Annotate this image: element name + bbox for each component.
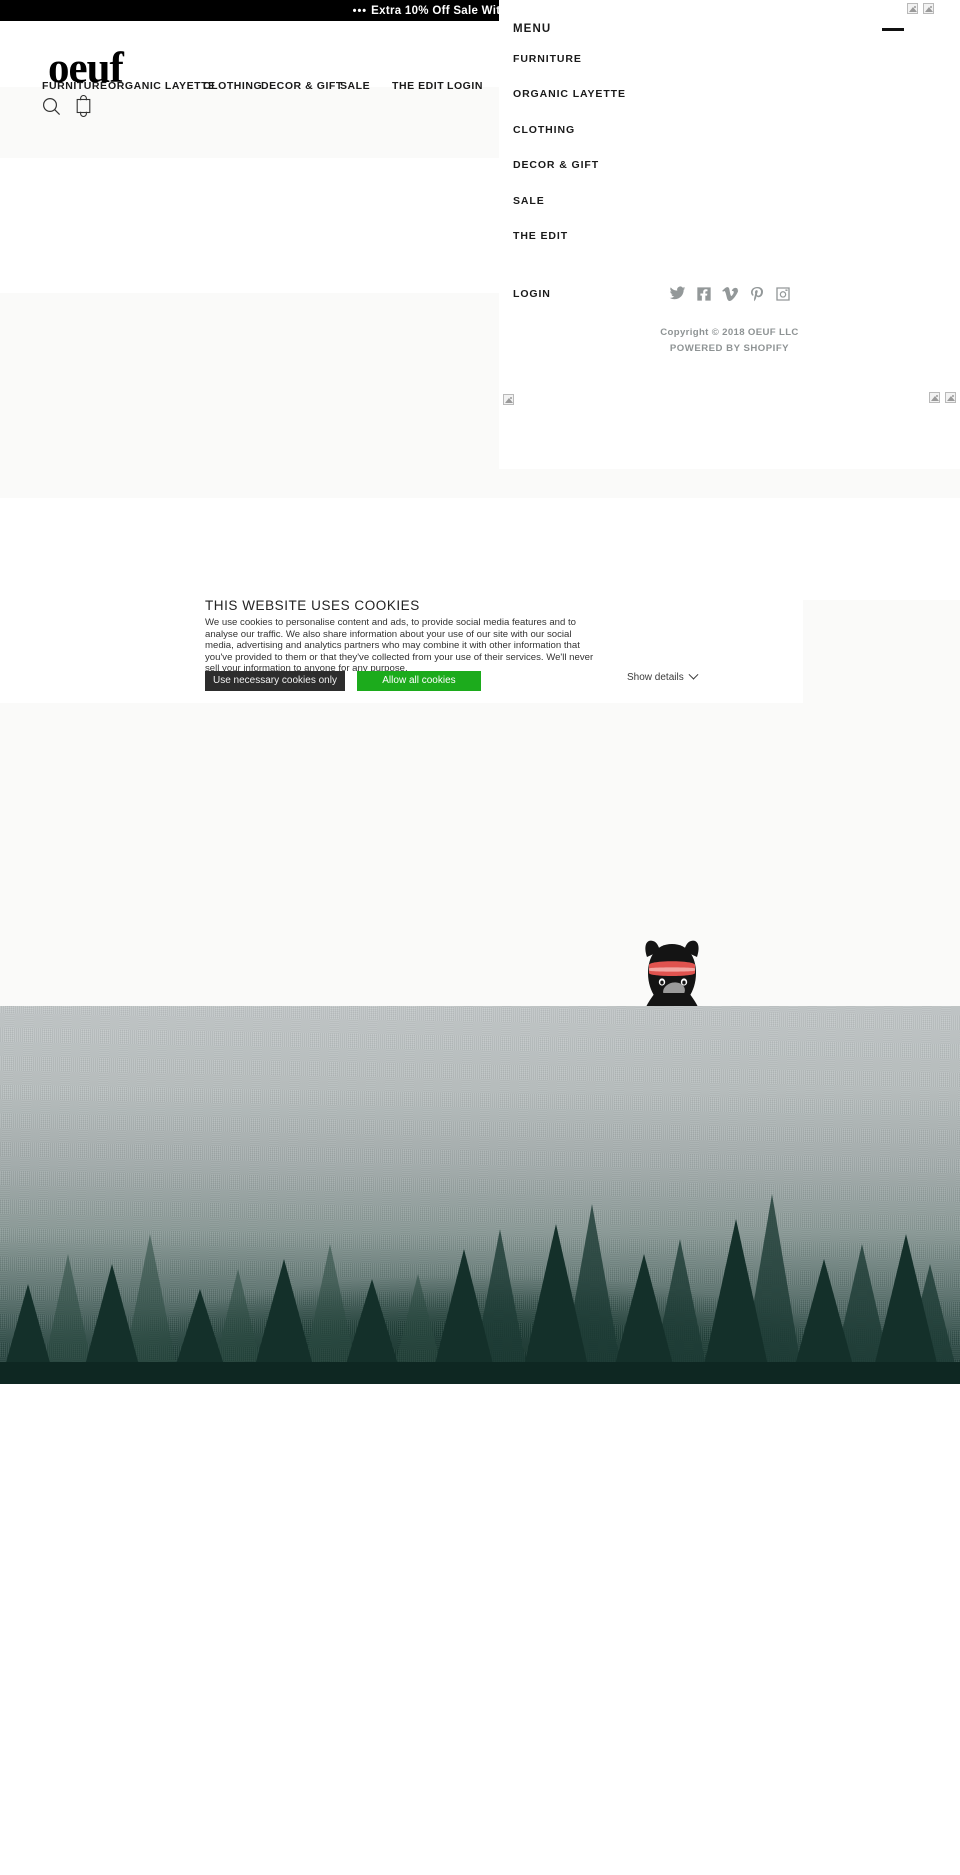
instagram-icon[interactable] — [775, 286, 791, 302]
social-links — [499, 285, 960, 302]
drawer-item-the-edit[interactable]: THE EDIT — [513, 225, 813, 248]
nav-item-organic-layette[interactable]: ORGANIC LAYETTE — [108, 80, 216, 92]
close-icon[interactable] — [882, 28, 904, 31]
show-details-toggle[interactable]: Show details — [627, 669, 699, 683]
powered-by-text[interactable]: POWERED BY SHOPIFY — [499, 343, 960, 354]
show-details-label: Show details — [627, 672, 684, 683]
nav-item-furniture[interactable]: FURNITURE — [42, 80, 108, 92]
cookie-banner-heading: THIS WEBSITE USES COOKIES — [205, 598, 420, 613]
announcement-leading-dots: ••• — [352, 4, 368, 17]
facebook-icon[interactable] — [696, 286, 712, 302]
nav-item-decor-gift[interactable]: DECOR & GIFT — [261, 80, 343, 92]
menu-drawer: MENU FURNITURE ORGANIC LAYETTE CLOTHING … — [499, 0, 960, 469]
pinterest-icon[interactable] — [749, 286, 765, 302]
allow-all-cookies-button[interactable]: Allow all cookies — [356, 671, 481, 691]
drawer-item-decor-gift[interactable]: DECOR & GIFT — [513, 154, 813, 177]
nav-item-clothing[interactable]: CLOTHING — [203, 80, 262, 92]
chevron-down-icon — [688, 669, 699, 680]
drawer-item-furniture[interactable]: FURNITURE — [513, 47, 813, 70]
broken-image-icon — [503, 392, 514, 410]
cookie-banner-body: We use cookies to personalise content an… — [205, 617, 594, 675]
cookie-banner-content: THIS WEBSITE USES COOKIES We use cookies… — [205, 598, 605, 675]
search-icon[interactable] — [42, 97, 61, 116]
vimeo-icon[interactable] — [721, 285, 739, 302]
broken-image-icon — [907, 3, 918, 14]
broken-image-group-top-right — [907, 3, 934, 14]
forest-hero-image — [0, 1006, 960, 1384]
use-necessary-cookies-button[interactable]: Use necessary cookies only — [205, 671, 345, 691]
drawer-item-sale[interactable]: SALE — [513, 189, 813, 212]
copyright-text: Copyright © 2018 OEUF LLC — [660, 327, 799, 338]
cart-icon[interactable] — [75, 95, 92, 117]
header-tool-icons — [42, 95, 92, 117]
drawer-title: MENU — [513, 23, 552, 35]
drawer-menu-list: FURNITURE ORGANIC LAYETTE CLOTHING DECOR… — [513, 47, 813, 318]
forest-treeline — [0, 1194, 960, 1384]
nav-item-the-edit[interactable]: THE EDIT — [392, 80, 444, 92]
broken-image-icon — [929, 392, 940, 403]
cookie-consent-banner: THIS WEBSITE USES COOKIES We use cookies… — [0, 589, 803, 703]
broken-image-icon — [945, 392, 956, 403]
nav-item-sale[interactable]: SALE — [340, 80, 370, 92]
cookie-banner-actions: Use necessary cookies only Allow all coo… — [205, 671, 481, 691]
broken-image-icon — [923, 3, 934, 14]
twitter-icon[interactable] — [669, 285, 686, 302]
broken-image-glyph — [503, 394, 514, 405]
drawer-item-clothing[interactable]: CLOTHING — [513, 118, 813, 141]
broken-image-group-bottom-right — [929, 392, 956, 403]
nav-item-login[interactable]: LOGIN — [447, 80, 483, 92]
drawer-item-organic-layette[interactable]: ORGANIC LAYETTE — [513, 83, 813, 106]
